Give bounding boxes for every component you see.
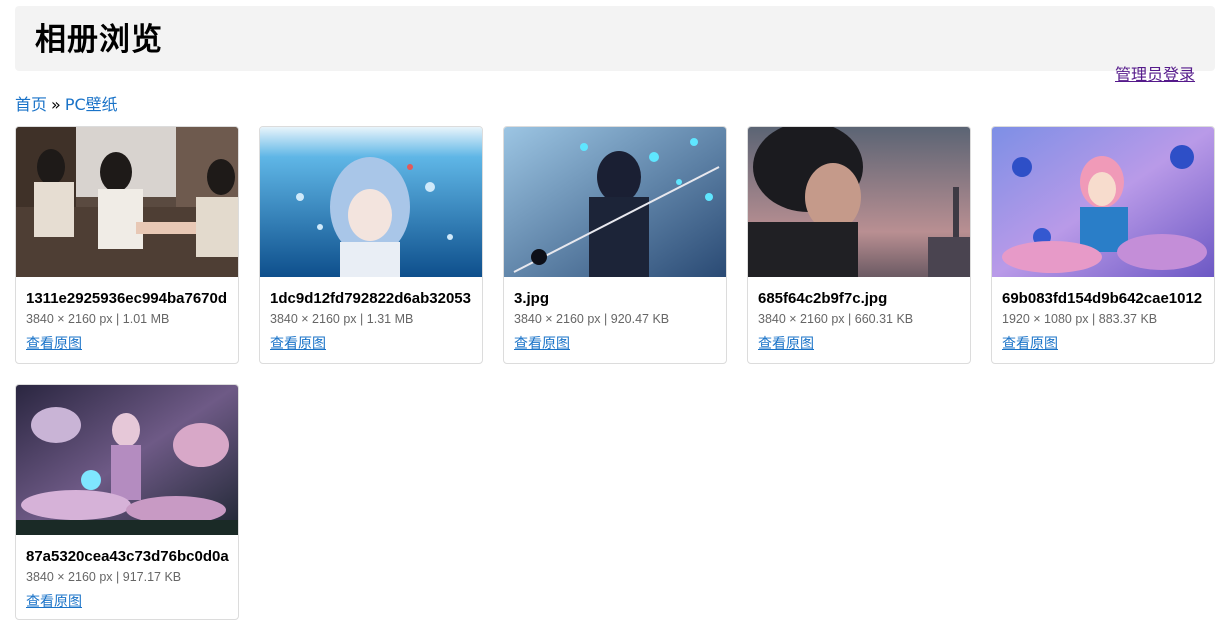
view-original-link[interactable]: 查看原图	[26, 594, 82, 610]
photo-meta: 3840 × 2160 px | 920.47 KB	[514, 312, 669, 327]
photo-dimensions: 3840 × 2160 px	[26, 312, 113, 326]
meta-separator: |	[116, 570, 120, 584]
photo-filename: 685f64c2b9f7c.jpg	[758, 290, 888, 307]
photo-thumbnail[interactable]	[992, 127, 1214, 277]
photo-size: 660.31 KB	[854, 312, 914, 326]
photo-size: 1.01 MB	[122, 312, 170, 326]
photo-filename: 69b083fd154d9b642cae1012	[1002, 290, 1203, 307]
meta-separator: |	[116, 312, 120, 326]
view-original-link[interactable]: 查看原图	[270, 336, 326, 352]
photo-size: 883.37 KB	[1098, 312, 1158, 326]
meta-separator: |	[360, 312, 364, 326]
meta-separator: |	[604, 312, 608, 326]
photo-dimensions: 3840 × 2160 px	[758, 312, 845, 326]
view-original-link[interactable]: 查看原图	[1002, 336, 1058, 352]
breadcrumb-current-link[interactable]: PC壁纸	[65, 95, 118, 114]
breadcrumb: 首页» PC壁纸	[15, 96, 118, 114]
photo-filename: 87a5320cea43c73d76bc0d0a	[26, 548, 229, 565]
photo-card: 87a5320cea43c73d76bc0d0a 3840 × 2160 px …	[15, 384, 239, 620]
photo-meta: 3840 × 2160 px | 660.31 KB	[758, 312, 913, 327]
photo-card: 3.jpg 3840 × 2160 px | 920.47 KB 查看原图	[503, 126, 727, 364]
photo-size: 1.31 MB	[366, 312, 414, 326]
view-original-link[interactable]: 查看原图	[514, 336, 570, 352]
photo-card: 685f64c2b9f7c.jpg 3840 × 2160 px | 660.3…	[747, 126, 971, 364]
photo-filename: 1311e2925936ec994ba7670d	[26, 290, 228, 307]
breadcrumb-home-link[interactable]: 首页	[15, 95, 47, 114]
photo-thumbnail[interactable]	[16, 127, 238, 277]
photo-dimensions: 3840 × 2160 px	[26, 570, 113, 584]
photo-dimensions: 1920 × 1080 px	[1002, 312, 1089, 326]
photo-card: 1311e2925936ec994ba7670d 3840 × 2160 px …	[15, 126, 239, 364]
photo-meta: 3840 × 2160 px | 917.17 KB	[26, 570, 181, 585]
view-original-link[interactable]: 查看原图	[758, 336, 814, 352]
photo-size: 917.17 KB	[122, 570, 182, 584]
photo-meta: 3840 × 2160 px | 1.31 MB	[270, 312, 413, 327]
photo-dimensions: 3840 × 2160 px	[514, 312, 601, 326]
photo-card: 69b083fd154d9b642cae1012 1920 × 1080 px …	[991, 126, 1215, 364]
page-header: 相册浏览	[15, 6, 1215, 71]
photo-card: 1dc9d12fd792822d6ab32053 3840 × 2160 px …	[259, 126, 483, 364]
photo-meta: 1920 × 1080 px | 883.37 KB	[1002, 312, 1157, 327]
photo-filename: 3.jpg	[514, 290, 550, 307]
admin-login-link[interactable]: 管理员登录	[1115, 66, 1195, 84]
meta-separator: |	[848, 312, 852, 326]
page-title: 相册浏览	[35, 22, 163, 58]
photo-size: 920.47 KB	[610, 312, 670, 326]
photo-thumbnail[interactable]	[748, 127, 970, 277]
photo-meta: 3840 × 2160 px | 1.01 MB	[26, 312, 169, 327]
photo-dimensions: 3840 × 2160 px	[270, 312, 357, 326]
photo-thumbnail[interactable]	[260, 127, 482, 277]
breadcrumb-separator: »	[51, 95, 61, 114]
photo-thumbnail[interactable]	[16, 385, 238, 535]
photo-thumbnail[interactable]	[504, 127, 726, 277]
photo-filename: 1dc9d12fd792822d6ab32053	[270, 290, 471, 307]
meta-separator: |	[1092, 312, 1096, 326]
view-original-link[interactable]: 查看原图	[26, 336, 82, 352]
